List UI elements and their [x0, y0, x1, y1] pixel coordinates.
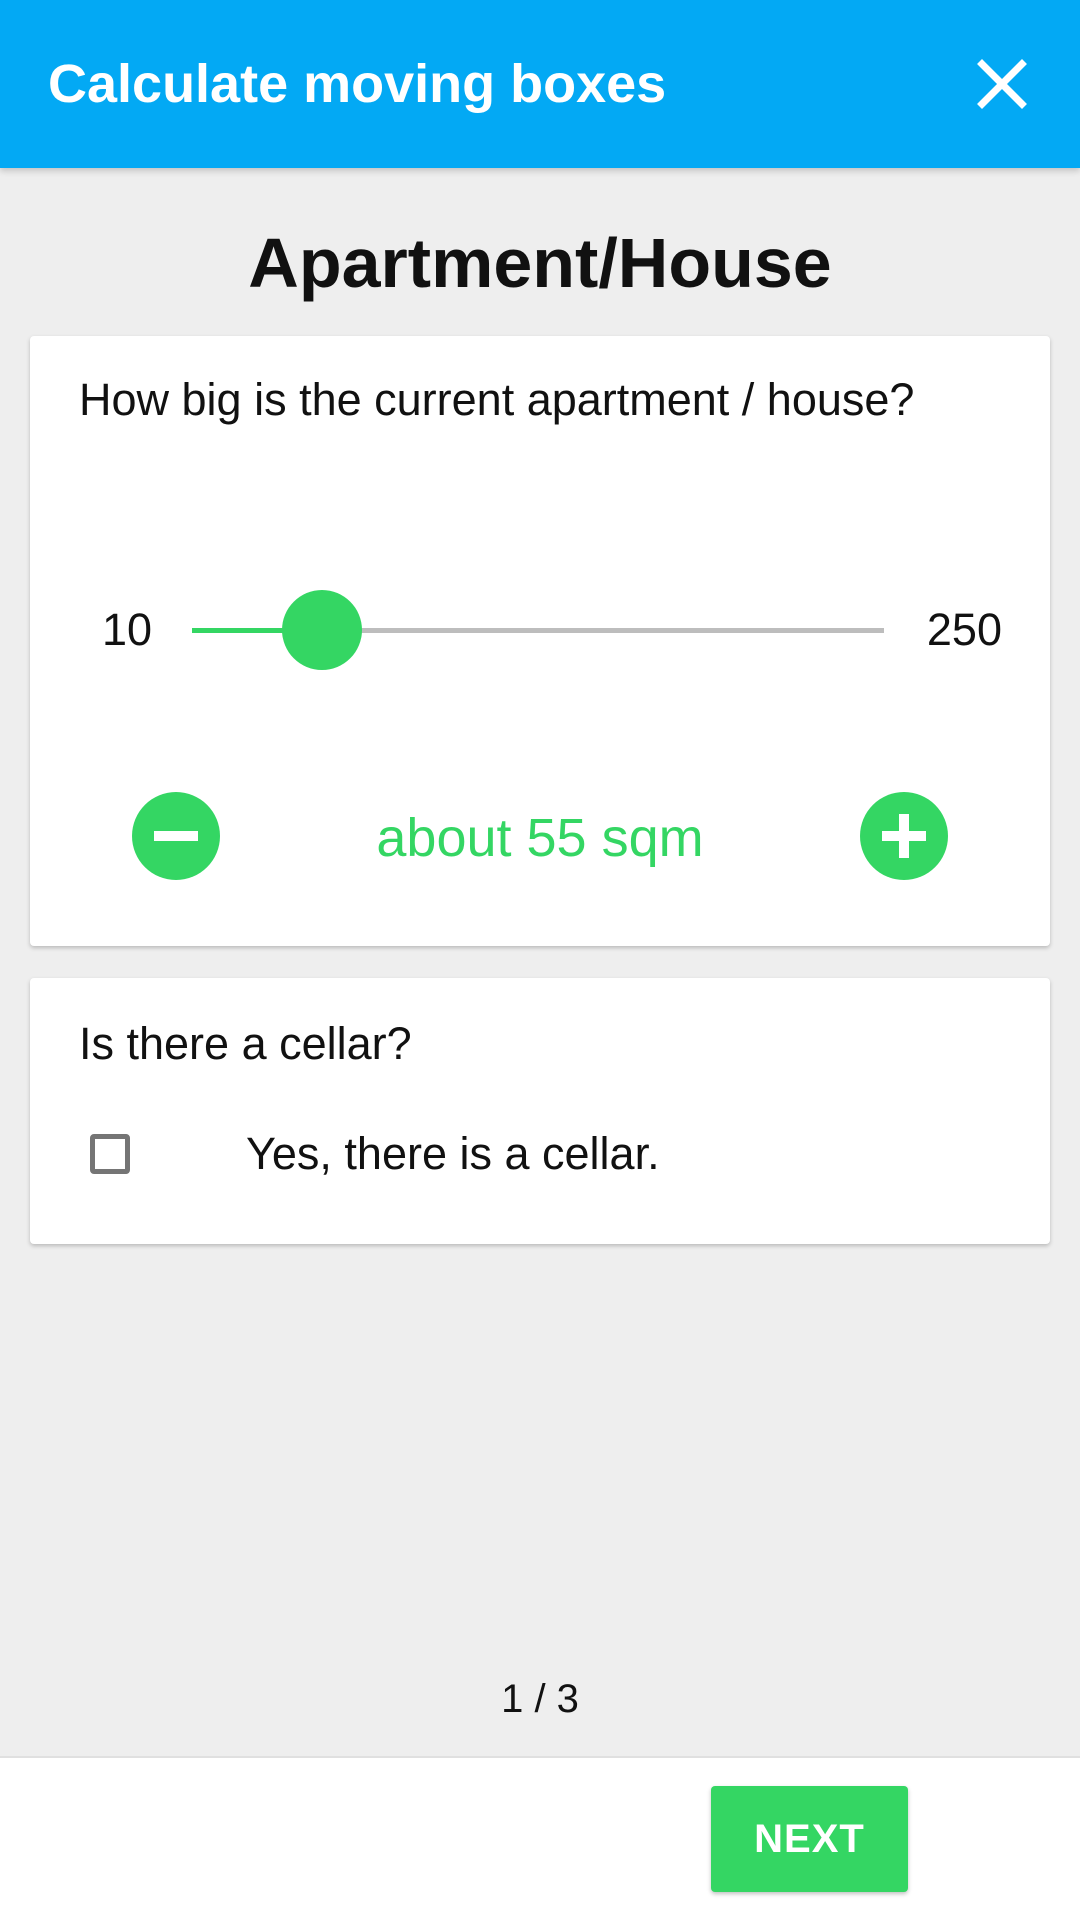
cellar-checkbox[interactable]	[90, 1134, 130, 1174]
slider-thumb[interactable]	[282, 590, 362, 670]
app-title: Calculate moving boxes	[48, 54, 667, 114]
next-button[interactable]: NEXT	[711, 1786, 908, 1892]
cellar-card: Is there a cellar? Yes, there is a cella…	[30, 978, 1050, 1244]
cellar-checkbox-label[interactable]: Yes, there is a cellar.	[246, 1126, 660, 1182]
size-question: How big is the current apartment / house…	[79, 374, 915, 425]
cellar-question: Is there a cellar?	[79, 1018, 412, 1069]
slider-min-label: 10	[102, 604, 153, 655]
cellar-checkbox-row[interactable]: Yes, there is a cellar.	[30, 1124, 1050, 1192]
bottom-bar: NEXT	[0, 1756, 1080, 1922]
close-button[interactable]	[962, 44, 1042, 124]
apartment-size-card: How big is the current apartment / house…	[30, 336, 1050, 946]
increase-button[interactable]	[860, 792, 948, 880]
close-icon	[977, 59, 1027, 109]
page-indicator: 1 / 3	[501, 1677, 579, 1721]
slider-max-label: 250	[926, 604, 1002, 655]
plus-circle-icon	[882, 814, 926, 858]
size-slider[interactable]	[192, 588, 884, 672]
section-title: Apartment/House	[248, 224, 832, 302]
app-bar: Calculate moving boxes	[0, 0, 1080, 168]
